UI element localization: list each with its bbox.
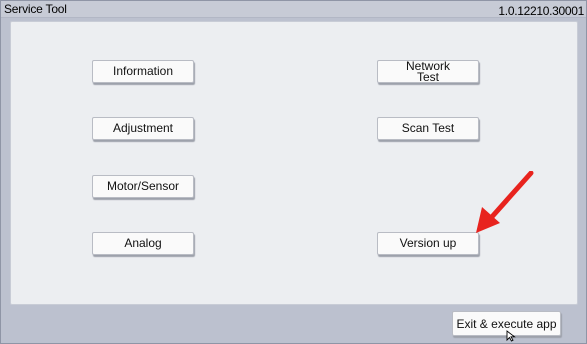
red-arrow-icon [476, 171, 534, 233]
analog-button[interactable]: Analog [92, 232, 194, 255]
scan-test-button[interactable]: Scan Test [377, 117, 479, 140]
mouse-cursor-icon [506, 330, 516, 342]
motor-sensor-button[interactable]: Motor/Sensor [92, 175, 194, 198]
network-test-button[interactable]: Network Test [377, 60, 479, 83]
title-bar: Service Tool 1.0.12210.30001 [1, 1, 586, 18]
version-label: 1.0.12210.30001 [498, 4, 584, 18]
service-tool-window: Service Tool 1.0.12210.30001 Information… [0, 0, 587, 344]
main-panel: Information Adjustment Motor/Sensor Anal… [10, 21, 578, 305]
version-up-button[interactable]: Version up [377, 232, 479, 255]
adjustment-button[interactable]: Adjustment [92, 117, 194, 140]
window-title: Service Tool [4, 2, 67, 16]
information-button[interactable]: Information [92, 60, 194, 83]
